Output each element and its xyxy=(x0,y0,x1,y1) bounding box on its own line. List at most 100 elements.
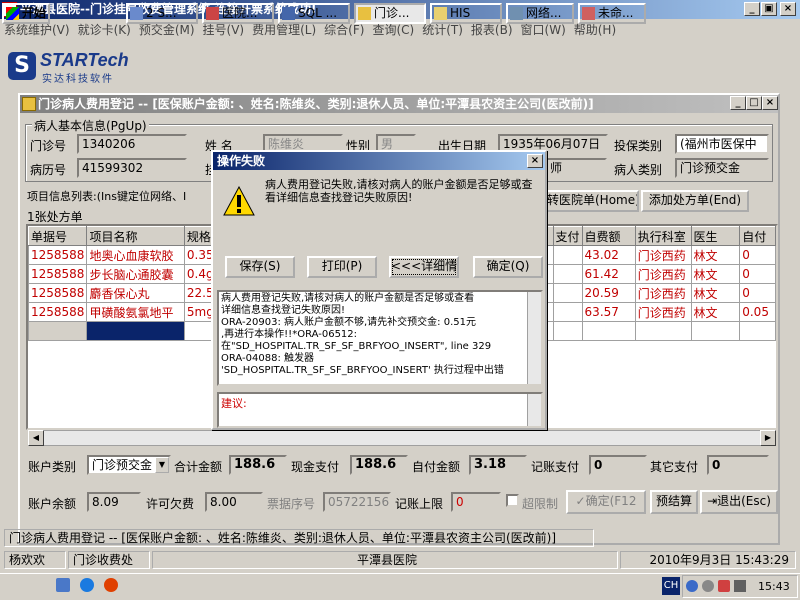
warning-icon xyxy=(223,186,255,216)
cell-item-name: 步长脑心通胶囊 xyxy=(86,264,185,284)
error-details[interactable]: 病人费用登记失败,请核对病人的账户金额是否足够或查看 详细信息查找登记失败原因!… xyxy=(217,290,543,386)
exit-button[interactable]: ⇥退出(Esc) xyxy=(700,490,778,514)
cell-doctor: 林文 xyxy=(690,283,741,303)
detail-line: 详细信息查找登记失败原因! xyxy=(221,305,346,316)
scroll-right-arrow-icon[interactable]: ▶ xyxy=(760,430,776,446)
limit-field: 0 xyxy=(451,492,501,512)
task-1[interactable]: 2 S... xyxy=(126,3,198,24)
col-doctor[interactable]: 医生 xyxy=(690,226,741,246)
self-amount-label: 自付金额 xyxy=(412,460,461,474)
tray-volume-icon[interactable] xyxy=(734,580,746,592)
logo-name: STARTech xyxy=(40,50,129,70)
cell-self-amount: 63.57 xyxy=(581,302,636,322)
cell-self-pay: 0 xyxy=(739,283,776,303)
task-7[interactable]: 未命... xyxy=(578,3,646,24)
ok-button[interactable]: 确定(Q) xyxy=(473,256,543,278)
fee-window-title: 门诊病人费用登记 -- [医保账户金额: 、姓名:陈维炎、类别:退休人员、单位:… xyxy=(20,95,778,113)
print-button[interactable]: 打印(P) xyxy=(307,256,377,278)
desktop-icon[interactable] xyxy=(56,578,70,592)
save-button[interactable]: 保存(S) xyxy=(225,256,295,278)
over-limit-label: 超限制 xyxy=(522,497,559,511)
status-role: 门诊收费处 xyxy=(68,551,150,569)
tray-app-icon[interactable] xyxy=(718,580,730,592)
cell-selected[interactable] xyxy=(86,321,185,341)
folder-icon xyxy=(434,7,447,20)
task-6[interactable]: 网络... xyxy=(506,3,574,24)
suggestion-box[interactable]: 建议: xyxy=(217,392,543,428)
detail-line: 'SD_HOSPITAL.TR_SF_SF_BRFYOO_INSERT' 执行过… xyxy=(221,365,504,376)
insure-field[interactable]: (福州市医保中 xyxy=(675,134,769,154)
cell-self-pay: 0.05 xyxy=(739,302,776,322)
col-item-name[interactable]: 项目名称 xyxy=(86,226,185,246)
patient-info-title: 病人基本信息(PgUp) xyxy=(32,117,149,134)
cell-bill-no: 1258588 xyxy=(28,264,88,284)
status-user: 杨欢欢 xyxy=(4,551,66,569)
grid-h-scrollbar[interactable] xyxy=(28,430,776,446)
col-self-amount[interactable]: 自费额 xyxy=(581,226,636,246)
minimize-button[interactable]: _ xyxy=(744,2,760,16)
cell-bill-no: 1258588 xyxy=(28,245,88,265)
cell-exec-dept: 门诊西药 xyxy=(634,283,692,303)
total-field: 188.6 xyxy=(229,455,287,475)
record-no-label: 病历号 xyxy=(30,163,67,177)
window-maximize-button[interactable]: □ xyxy=(746,96,762,110)
detail-button[interactable]: <<<详细情况 xyxy=(389,256,459,278)
confirm-button[interactable]: ✓确定(F12 xyxy=(566,490,646,514)
items-list-label: 项目信息列表:(Ins键定位网络、I xyxy=(27,190,187,203)
doctor-field[interactable]: 师 xyxy=(545,158,607,178)
scroll-left-arrow-icon[interactable]: ◀ xyxy=(28,430,44,446)
task-icon xyxy=(282,7,295,20)
cell-self-pay: 0 xyxy=(739,245,776,265)
dialog-close-button[interactable]: × xyxy=(527,154,543,168)
logo-icon: S xyxy=(8,52,36,80)
close-button[interactable]: × xyxy=(780,2,796,16)
outpatient-no-field[interactable]: 1340206 xyxy=(77,134,187,154)
add-prescription-button[interactable]: 添加处方单(End) xyxy=(641,190,749,212)
col-bill-no[interactable]: 单据号 xyxy=(28,226,88,246)
patient-type-field[interactable]: 门诊预交金 xyxy=(675,158,769,178)
cell-doctor: 林文 xyxy=(690,245,741,265)
start-button[interactable]: 开始 xyxy=(2,3,50,24)
task-icon xyxy=(582,7,595,20)
tray-network-icon[interactable] xyxy=(686,580,698,592)
detail-line: 病人费用登记失败,请核对病人的账户金额是否足够或查看 xyxy=(221,293,475,304)
over-limit-checkbox[interactable] xyxy=(506,494,519,507)
details-scrollbar[interactable] xyxy=(527,292,541,384)
task-5[interactable]: HIS xyxy=(430,3,502,24)
prebill-button[interactable]: 预结算 xyxy=(650,490,698,514)
ie-icon[interactable] xyxy=(80,578,94,592)
window-close-button[interactable]: × xyxy=(762,96,778,110)
window-minimize-button[interactable]: _ xyxy=(730,96,746,110)
cell-pay xyxy=(552,283,583,303)
total-label: 合计金额 xyxy=(174,460,223,474)
restore-button[interactable]: ▣ xyxy=(761,2,777,16)
col-exec-dept[interactable]: 执行科室 xyxy=(634,226,692,246)
task-2[interactable]: 医院... xyxy=(202,3,274,24)
cash-label: 现金支付 xyxy=(291,460,340,474)
dropdown-arrow-icon[interactable]: ▼ xyxy=(155,457,169,473)
language-indicator[interactable]: CH xyxy=(662,577,680,595)
other-field: 0 xyxy=(707,455,769,475)
col-self-pay[interactable]: 自付 xyxy=(739,226,776,246)
cell-new-indicator xyxy=(28,321,88,341)
cell-pay xyxy=(552,245,583,265)
record-no-field[interactable]: 41599302 xyxy=(77,158,187,178)
transfer-hospital-button[interactable]: 转医院单(Home) xyxy=(545,190,639,212)
dialog-title: 操作失败 xyxy=(213,152,545,170)
limit-label: 记账上限 xyxy=(395,497,444,511)
task-3[interactable]: SQL ... xyxy=(278,3,350,24)
task-icon xyxy=(206,7,219,20)
suggestion-scrollbar[interactable] xyxy=(527,394,541,426)
detail-line: ,再进行本操作!!*ORA-06512: xyxy=(221,329,358,340)
status-hospital: 平潭县医院 xyxy=(152,551,618,569)
task-4-active[interactable]: 门诊... xyxy=(354,3,426,24)
balance-label: 账户余额 xyxy=(28,497,77,511)
allow-owe-field: 8.00 xyxy=(205,492,263,512)
tray-settings-icon[interactable] xyxy=(702,580,714,592)
invoice-field: 05722156 xyxy=(323,492,391,512)
col-pay[interactable]: 支付 xyxy=(552,226,583,246)
window-icon xyxy=(22,97,36,111)
detail-line: 在"SD_HOSPITAL.TR_SF_SF_BRFYOO_INSERT", l… xyxy=(221,341,492,352)
exit-icon: ⇥ xyxy=(707,494,718,508)
media-icon[interactable] xyxy=(104,578,118,592)
